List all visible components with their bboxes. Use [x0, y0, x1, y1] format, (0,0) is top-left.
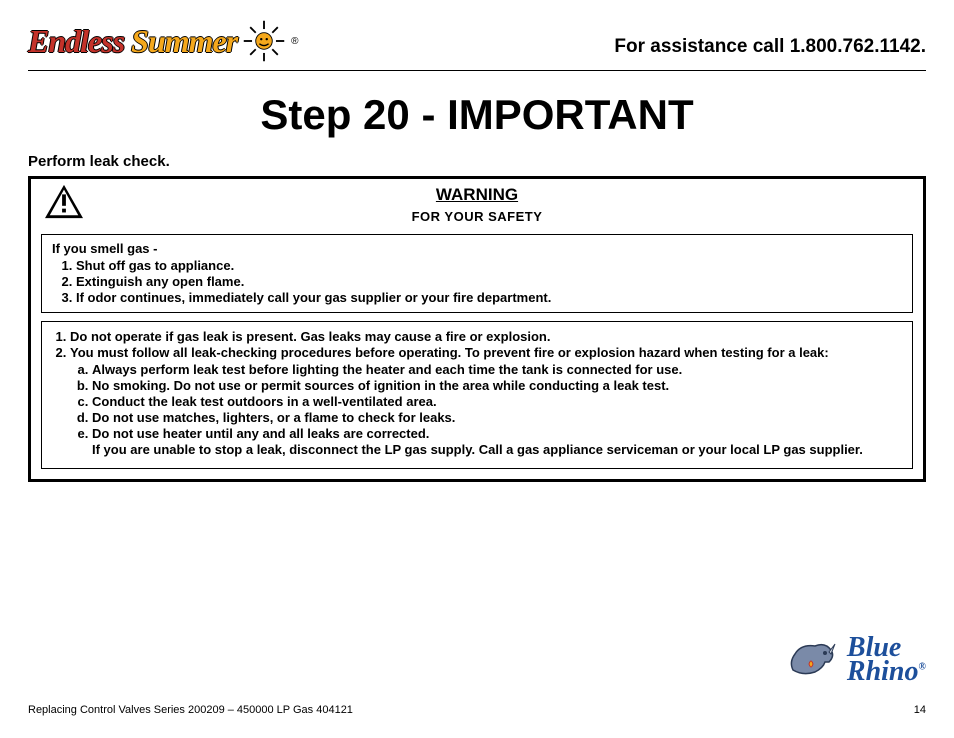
assistance-text: For assistance call 1.800.762.1142.: [614, 36, 926, 64]
header: Endless Summer: [28, 18, 926, 64]
list-item: Do not use matches, lighters, or a flame…: [92, 410, 902, 425]
list-item: Do not operate if gas leak is present. G…: [70, 329, 902, 344]
warning-triangle-icon: [43, 183, 85, 221]
list-item-text: You must follow all leak-checking proced…: [70, 345, 829, 360]
list-item-text: Do not use heater until any and all leak…: [92, 426, 429, 441]
list-item: Conduct the leak test outdoors in a well…: [92, 394, 902, 409]
list-item: Do not use heater until any and all leak…: [92, 426, 902, 457]
rhino-icon: [785, 632, 841, 688]
page-title: Step 20 - IMPORTANT: [28, 91, 926, 139]
list-item: Extinguish any open flame.: [76, 274, 902, 289]
leak-procedures-box: Do not operate if gas leak is present. G…: [41, 321, 913, 469]
main-list: Do not operate if gas leak is present. G…: [52, 329, 902, 457]
warning-subheading: FOR YOUR SAFETY: [412, 209, 543, 224]
brand2-line2: Rhino®: [847, 660, 926, 684]
brand-text: Endless Summer: [28, 23, 237, 60]
smell-intro: If you smell gas -: [52, 241, 902, 256]
smell-gas-box: If you smell gas - Shut off gas to appli…: [41, 234, 913, 313]
header-rule: [28, 70, 926, 71]
blue-rhino-text: Blue Rhino®: [847, 636, 926, 684]
sun-icon: [241, 18, 287, 64]
footer: Replacing Control Valves Series 200209 –…: [28, 704, 926, 716]
warning-heading: WARNING: [436, 185, 518, 205]
footer-left: Replacing Control Valves Series 200209 –…: [28, 704, 353, 716]
sub-note: If you are unable to stop a leak, discon…: [92, 442, 902, 457]
sub-list: Always perform leak test before lighting…: [70, 362, 902, 457]
list-item: You must follow all leak-checking proced…: [70, 345, 902, 457]
list-item: Always perform leak test before lighting…: [92, 362, 902, 377]
smell-steps-list: Shut off gas to appliance. Extinguish an…: [52, 258, 902, 305]
warning-box: WARNING FOR YOUR SAFETY If you smell gas…: [28, 176, 926, 482]
list-item: Shut off gas to appliance.: [76, 258, 902, 273]
list-item: No smoking. Do not use or permit sources…: [92, 378, 902, 393]
page-number: 14: [914, 704, 926, 716]
subtitle: Perform leak check.: [28, 153, 926, 170]
blue-rhino-logo: Blue Rhino®: [785, 632, 926, 688]
registered-mark: ®: [291, 36, 298, 47]
list-item: If odor continues, immediately call your…: [76, 290, 902, 305]
brand-logo: Endless Summer: [28, 18, 299, 64]
